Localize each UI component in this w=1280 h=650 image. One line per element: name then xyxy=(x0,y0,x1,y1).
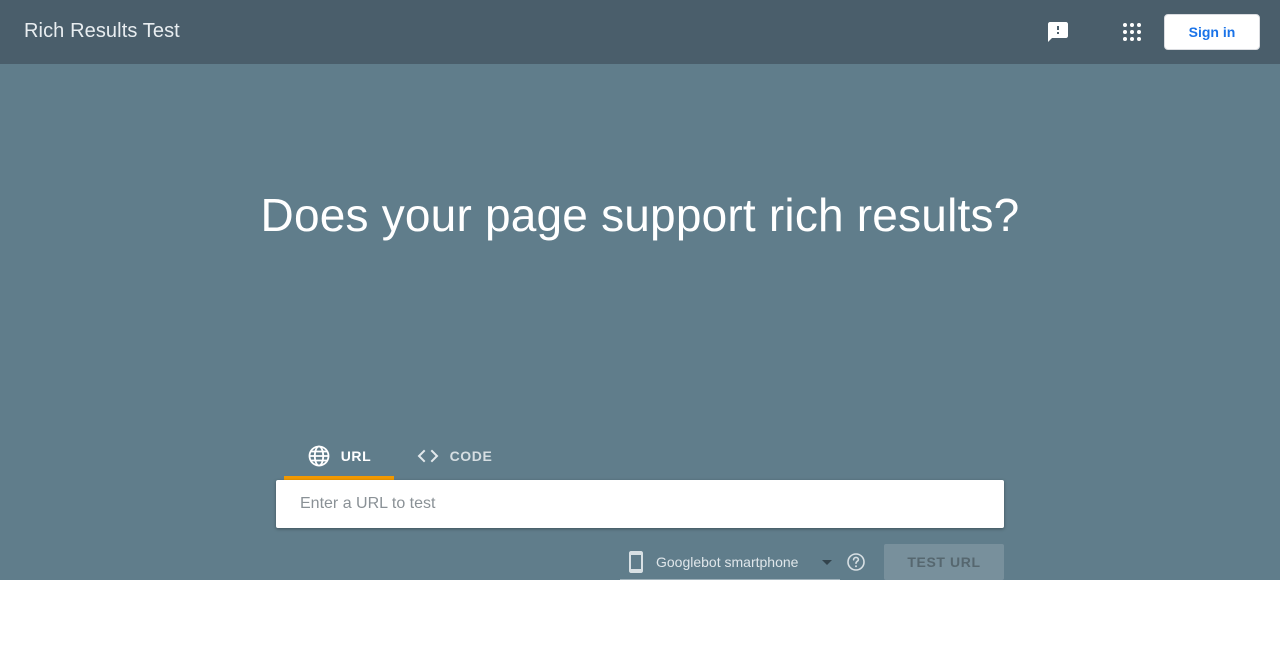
device-select[interactable]: Googlebot smartphone xyxy=(620,544,840,580)
help-circle-icon[interactable] xyxy=(846,552,866,572)
app-title: Rich Results Test xyxy=(24,20,180,42)
tab-code-label: CODE xyxy=(449,448,493,464)
tab-code[interactable]: CODE xyxy=(404,432,504,480)
globe-icon xyxy=(308,445,330,467)
tab-url[interactable]: URL xyxy=(284,432,394,480)
app-header: Rich Results Test Sign in xyxy=(0,0,1280,64)
feedback-icon xyxy=(1048,22,1068,42)
hero-section: Does your page support rich results? URL… xyxy=(0,64,1280,580)
apps-button[interactable] xyxy=(1116,16,1148,48)
tab-url-label: URL xyxy=(340,448,372,464)
chevron-down-icon xyxy=(822,560,832,565)
apps-grid-icon xyxy=(1123,23,1141,41)
url-input[interactable] xyxy=(276,480,1004,528)
code-icon xyxy=(417,449,438,463)
device-select-value: Googlebot smartphone xyxy=(656,554,799,570)
feedback-button[interactable] xyxy=(1042,16,1074,48)
hero-title: Does your page support rich results? xyxy=(260,189,1020,241)
smartphone-icon xyxy=(629,551,643,573)
test-url-button[interactable]: TEST URL xyxy=(884,544,1004,580)
sign-in-button[interactable]: Sign in xyxy=(1164,14,1260,50)
